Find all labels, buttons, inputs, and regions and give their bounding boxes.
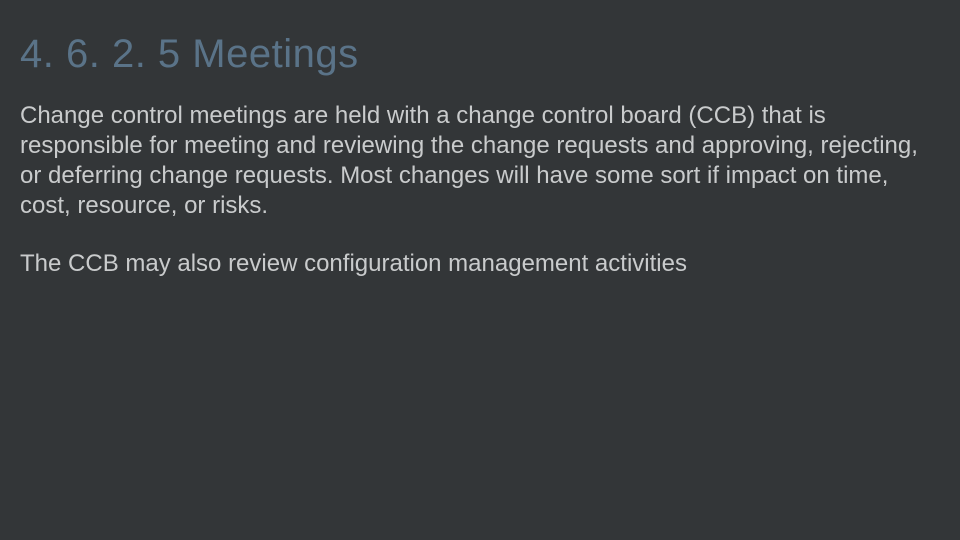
slide-paragraph-2: The CCB may also review configuration ma… xyxy=(20,249,940,279)
slide: 4. 6. 2. 5 Meetings Change control meeti… xyxy=(0,0,960,540)
slide-paragraph-1: Change control meetings are held with a … xyxy=(20,101,940,221)
slide-title: 4. 6. 2. 5 Meetings xyxy=(20,32,940,77)
